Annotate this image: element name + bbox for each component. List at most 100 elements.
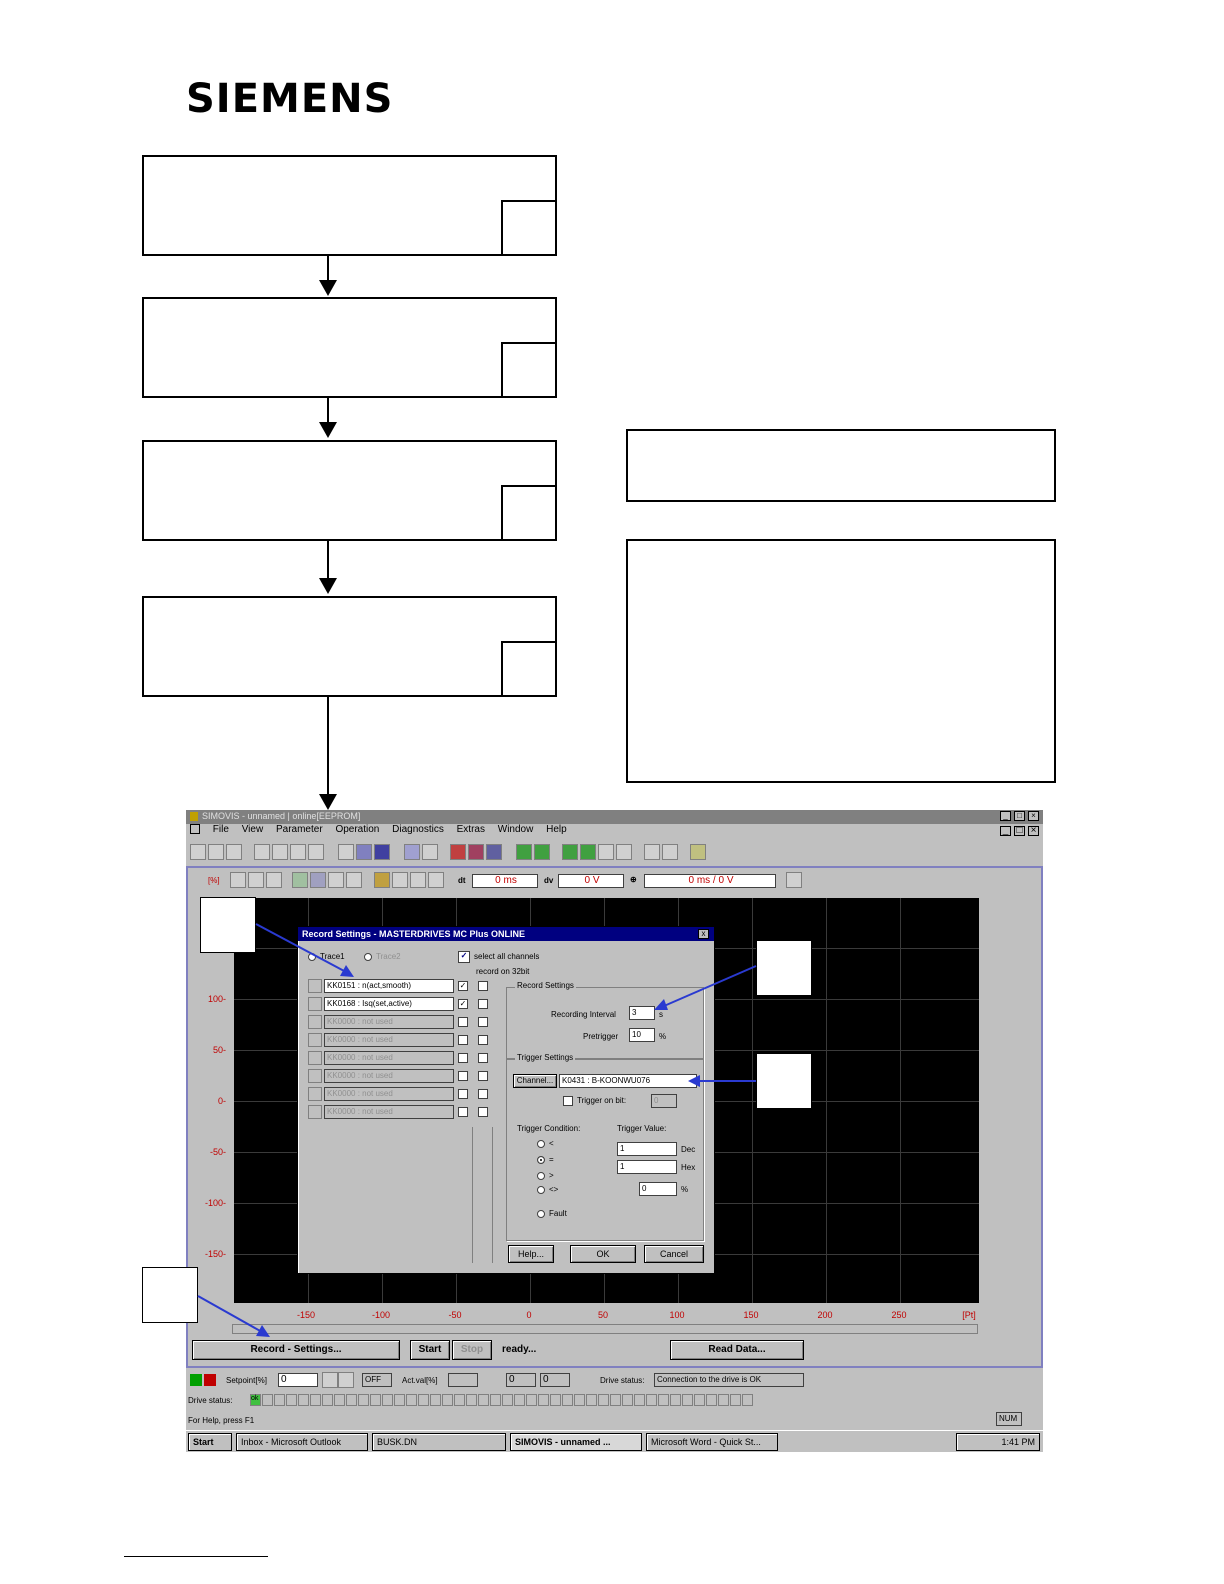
start-menu-button[interactable]: Start [188, 1433, 232, 1451]
diagnostics-icon[interactable] [468, 844, 484, 860]
maximize-button[interactable]: □ [1014, 811, 1025, 821]
taskbar-busk[interactable]: BUSK.DN [372, 1433, 506, 1451]
dialog-close-icon[interactable]: x [698, 929, 709, 939]
start-drive-icon[interactable] [598, 844, 614, 860]
compare-icon[interactable] [562, 844, 578, 860]
trigger-dec-input[interactable]: 1 [617, 1142, 677, 1156]
channel-5-enable-checkbox[interactable] [458, 1053, 468, 1063]
recording-interval-input[interactable]: 3 [629, 1006, 655, 1020]
drive-icon[interactable] [338, 844, 354, 860]
channel-3-32bit-checkbox[interactable] [478, 1017, 488, 1027]
export-icon[interactable] [410, 872, 426, 888]
trace1-radio[interactable] [308, 953, 316, 961]
cursor-icon[interactable] [310, 872, 326, 888]
menu-extras[interactable]: Extras [457, 824, 485, 835]
condition-less-radio[interactable] [537, 1140, 545, 1148]
menu-diagnostics[interactable]: Diagnostics [392, 824, 444, 835]
help-icon[interactable] [690, 844, 706, 860]
cascade-icon[interactable] [662, 844, 678, 860]
channel-6-field[interactable]: KK0000 : not used [324, 1069, 454, 1083]
channel-6-button[interactable] [308, 1069, 322, 1083]
download-icon[interactable] [534, 844, 550, 860]
channel-5-button[interactable] [308, 1051, 322, 1065]
zoom-y-icon[interactable] [230, 872, 246, 888]
close-button[interactable]: × [1028, 811, 1039, 821]
channel-5-32bit-checkbox[interactable] [478, 1053, 488, 1063]
condition-greater-radio[interactable] [537, 1172, 545, 1180]
stop-button[interactable]: Stop [452, 1340, 492, 1360]
x-scrollbar[interactable] [232, 1324, 978, 1334]
channel-1-32bit-checkbox[interactable] [478, 981, 488, 991]
channel-6-enable-checkbox[interactable] [458, 1071, 468, 1081]
channel-3-field[interactable]: KK0000 : not used [324, 1015, 454, 1029]
taskbar-simovis[interactable]: SIMOVIS - unnamed ... [510, 1433, 642, 1451]
hline-icon[interactable] [328, 872, 344, 888]
channel-4-32bit-checkbox[interactable] [478, 1035, 488, 1045]
channel-1-enable-checkbox[interactable]: ✓ [458, 981, 468, 991]
print-trace-icon[interactable] [428, 872, 444, 888]
channel-5-field[interactable]: KK0000 : not used [324, 1051, 454, 1065]
channel-6-32bit-checkbox[interactable] [478, 1071, 488, 1081]
copy-icon[interactable] [272, 844, 288, 860]
condition-equal-radio[interactable] [537, 1156, 545, 1164]
function-icon[interactable] [486, 844, 502, 860]
measure-icon[interactable] [346, 872, 362, 888]
save-icon[interactable] [226, 844, 242, 860]
taskbar-word[interactable]: Microsoft Word - Quick St... [646, 1433, 778, 1451]
upload-icon[interactable] [516, 844, 532, 860]
doc-close-button[interactable]: × [1028, 826, 1039, 836]
window-icon[interactable] [422, 844, 438, 860]
factory-icon[interactable] [580, 844, 596, 860]
channel-4-enable-checkbox[interactable] [458, 1035, 468, 1045]
channel-7-field[interactable]: KK0000 : not used [324, 1087, 454, 1101]
setpoint-down-icon[interactable] [322, 1372, 338, 1388]
channel-7-enable-checkbox[interactable] [458, 1089, 468, 1099]
online-icon[interactable] [374, 844, 390, 860]
menu-window[interactable]: Window [498, 824, 534, 835]
channel-3-enable-checkbox[interactable] [458, 1017, 468, 1027]
channel-1-field[interactable]: KK0151 : n(act,smooth) [324, 979, 454, 993]
condition-notequal-radio[interactable] [537, 1186, 545, 1194]
condition-fault-radio[interactable] [537, 1210, 545, 1218]
grid-icon[interactable] [292, 872, 308, 888]
select-all-checkbox[interactable]: ✓ [458, 951, 470, 963]
print-icon[interactable] [308, 844, 324, 860]
start-button[interactable]: Start [410, 1340, 450, 1360]
red-off-icon[interactable] [204, 1374, 216, 1386]
menu-operation[interactable]: Operation [335, 824, 379, 835]
doc-minimize-button[interactable]: _ [1000, 826, 1011, 836]
channel-2-enable-checkbox[interactable]: ✓ [458, 999, 468, 1009]
setpoint-input[interactable]: 0 [278, 1373, 318, 1387]
green-on-icon[interactable] [190, 1374, 202, 1386]
channel-4-field[interactable]: KK0000 : not used [324, 1033, 454, 1047]
channel-7-32bit-checkbox[interactable] [478, 1089, 488, 1099]
channel-2-field[interactable]: KK0168 : Isq(set,active) [324, 997, 454, 1011]
save-trace-icon[interactable] [392, 872, 408, 888]
network-icon[interactable] [356, 844, 372, 860]
trace2-radio[interactable] [364, 953, 372, 961]
trigger-channel-button[interactable]: Channel... [513, 1074, 557, 1088]
dialog-cancel-button[interactable]: Cancel [644, 1245, 704, 1263]
menu-help[interactable]: Help [546, 824, 567, 835]
setpoint-up-icon[interactable] [338, 1372, 354, 1388]
channel-4-button[interactable] [308, 1033, 322, 1047]
channel-8-enable-checkbox[interactable] [458, 1107, 468, 1117]
zoom-auto-icon[interactable] [266, 872, 282, 888]
menu-view[interactable]: View [242, 824, 264, 835]
taskbar-outlook[interactable]: Inbox - Microsoft Outlook [236, 1433, 368, 1451]
read-data-button[interactable]: Read Data... [670, 1340, 804, 1360]
trigger-channel-field[interactable]: K0431 : B-KOONWU076 [559, 1074, 697, 1088]
doc-maximize-button[interactable]: □ [1014, 826, 1025, 836]
channel-3-button[interactable] [308, 1015, 322, 1029]
menu-file[interactable]: File [213, 824, 229, 835]
cut-icon[interactable] [254, 844, 270, 860]
channel-1-button[interactable] [308, 979, 322, 993]
dialog-ok-button[interactable]: OK [570, 1245, 636, 1263]
record-settings-button[interactable]: Record - Settings... [192, 1340, 400, 1360]
channel-8-field[interactable]: KK0000 : not used [324, 1105, 454, 1119]
dialog-help-button[interactable]: Help... [508, 1245, 554, 1263]
context-help-icon[interactable] [786, 872, 802, 888]
menu-parameter[interactable]: Parameter [276, 824, 323, 835]
channel-7-button[interactable] [308, 1087, 322, 1101]
trigger-hex-input[interactable]: 1 [617, 1160, 677, 1174]
